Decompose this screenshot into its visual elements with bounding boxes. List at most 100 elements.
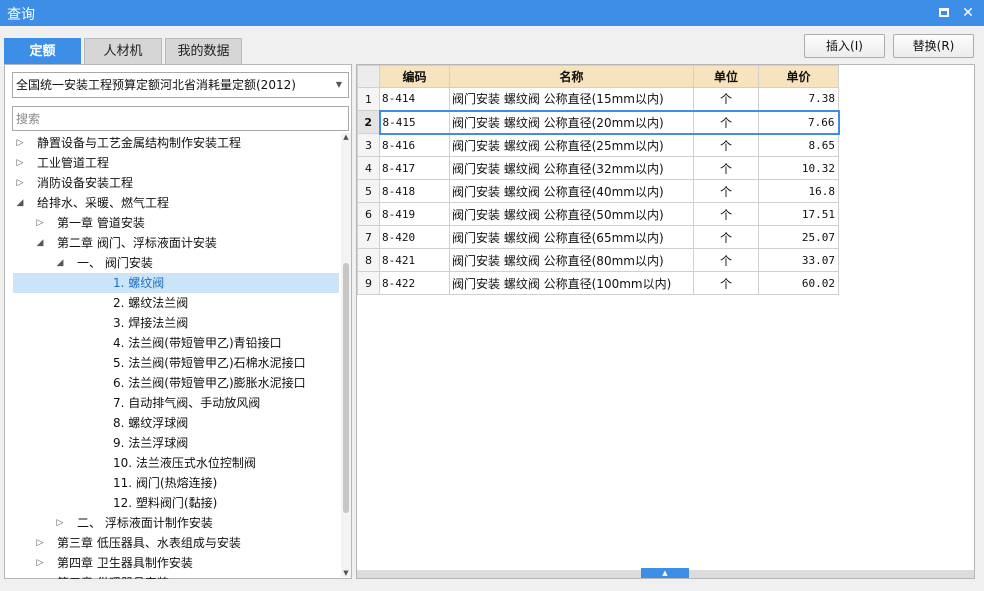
result-grid-panel: 编码 名称 单位 单价 1 8-414 阀门安装 螺纹阀 公称直径(15mm以内) 个…	[356, 64, 975, 579]
tree-item[interactable]: 4. 法兰阀(带短管甲乙)青铅接口	[13, 333, 339, 353]
collapsed-arrow-icon[interactable]: ▷	[15, 133, 25, 153]
tree-item[interactable]: 12. 塑料阀门(黏接)	[13, 493, 339, 513]
chevron-down-icon: ▼	[335, 80, 342, 89]
tab-quota[interactable]: 定额	[4, 38, 81, 64]
cell-price: 33.07	[758, 248, 839, 272]
scroll-down-icon[interactable]: ▼	[341, 569, 351, 577]
table-row[interactable]: 7 8-420 阀门安装 螺纹阀 公称直径(65mm以内) 个 25.07	[357, 225, 839, 249]
collapsed-arrow-icon[interactable]: ▷	[55, 513, 65, 533]
result-grid: 编码 名称 单位 单价 1 8-414 阀门安装 螺纹阀 公称直径(15mm以内) 个…	[357, 65, 840, 295]
cell-price: 16.8	[758, 179, 839, 203]
tree-scrollbar[interactable]: ▲ ▼	[341, 133, 351, 577]
search-input[interactable]	[12, 106, 349, 131]
row-number: 8	[357, 248, 380, 272]
tree-item-label: 1. 螺纹阀	[113, 276, 165, 290]
tree-item-label: 4. 法兰阀(带短管甲乙)青铅接口	[113, 336, 282, 350]
tree-item-label: 静置设备与工艺金属结构制作安装工程	[37, 136, 242, 150]
collapsed-arrow-icon[interactable]: ▷	[35, 213, 45, 233]
cell-unit: 个	[693, 156, 759, 180]
tree-item[interactable]: ◢ 一、 阀门安装	[13, 253, 339, 273]
close-icon[interactable]: ✕	[958, 3, 978, 23]
expanded-arrow-icon[interactable]: ◢	[35, 233, 45, 253]
tree-item[interactable]: ▷ 第一章 管道安装	[13, 213, 339, 233]
cell-code: 8-414	[379, 87, 450, 111]
cell-price: 60.02	[758, 271, 839, 295]
tree-item-label: 10. 法兰液压式水位控制阀	[113, 456, 256, 470]
table-row[interactable]: 2 8-415 阀门安装 螺纹阀 公称直径(20mm以内) 个 7.66	[357, 109, 840, 135]
row-number: 1	[357, 87, 380, 111]
title-bar: 查询 ✕	[0, 0, 984, 26]
table-row[interactable]: 5 8-418 阀门安装 螺纹阀 公称直径(40mm以内) 个 16.8	[357, 179, 839, 203]
library-select[interactable]: 全国统一安装工程预算定额河北省消耗量定额(2012) ▼	[12, 72, 349, 98]
column-header-unit[interactable]: 单位	[693, 65, 759, 88]
cell-name: 阀门安装 螺纹阀 公称直径(40mm以内)	[449, 179, 694, 203]
scroll-up-icon[interactable]: ▲	[341, 133, 351, 141]
tree-item-label: 消防设备安装工程	[37, 176, 134, 190]
tree-item[interactable]: 1. 螺纹阀	[13, 273, 339, 293]
tree-item[interactable]: 6. 法兰阀(带短管甲乙)膨胀水泥接口	[13, 373, 339, 393]
column-header-price[interactable]: 单价	[758, 65, 839, 88]
cell-price: 7.66	[758, 109, 840, 135]
maximize-icon[interactable]	[934, 3, 954, 23]
cell-price: 10.32	[758, 156, 839, 180]
tab-my-data[interactable]: 我的数据	[165, 38, 242, 64]
tree-item[interactable]: 9. 法兰浮球阀	[13, 433, 339, 453]
tree-item[interactable]: 2. 螺纹法兰阀	[13, 293, 339, 313]
tree-item-label: 11. 阀门(热熔连接)	[113, 476, 218, 490]
collapsed-arrow-icon[interactable]: ▷	[15, 173, 25, 193]
tree-item-label: 第四章 卫生器具制作安装	[57, 556, 193, 570]
tree-item[interactable]: ▷ 第四章 卫生器具制作安装	[13, 553, 339, 573]
tree-item[interactable]: ◢ 给排水、采暖、燃气工程	[13, 193, 339, 213]
cell-price: 8.65	[758, 133, 839, 157]
tree-item-label: 第三章 低压器具、水表组成与安装	[57, 536, 241, 550]
table-row[interactable]: 4 8-417 阀门安装 螺纹阀 公称直径(32mm以内) 个 10.32	[357, 156, 839, 180]
column-header-code[interactable]: 编码	[379, 65, 450, 88]
splitter-up-icon[interactable]: ▲	[641, 568, 689, 578]
collapsed-arrow-icon[interactable]: ▷	[35, 573, 45, 579]
tree-item[interactable]: 11. 阀门(热熔连接)	[13, 473, 339, 493]
cell-name: 阀门安装 螺纹阀 公称直径(50mm以内)	[449, 202, 694, 226]
table-row[interactable]: 3 8-416 阀门安装 螺纹阀 公称直径(25mm以内) 个 8.65	[357, 133, 839, 157]
tree-item[interactable]: 7. 自动排气阀、手动放风阀	[13, 393, 339, 413]
cell-unit: 个	[693, 133, 759, 157]
cell-code: 8-420	[379, 225, 450, 249]
tree-item[interactable]: 8. 螺纹浮球阀	[13, 413, 339, 433]
splitter-bar[interactable]: ▲	[357, 568, 974, 578]
tree-item-label: 12. 塑料阀门(黏接)	[113, 496, 218, 510]
cell-price: 17.51	[758, 202, 839, 226]
cell-unit: 个	[693, 202, 759, 226]
tree-item[interactable]: ▷ 第五章 供暖器具安装	[13, 573, 339, 579]
tree-item[interactable]: 5. 法兰阀(带短管甲乙)石棉水泥接口	[13, 353, 339, 373]
tree-item[interactable]: ◢ 第二章 阀门、浮标液面计安装	[13, 233, 339, 253]
table-row[interactable]: 1 8-414 阀门安装 螺纹阀 公称直径(15mm以内) 个 7.38	[357, 87, 839, 111]
tree-item[interactable]: ▷ 二、 浮标液面计制作安装	[13, 513, 339, 533]
table-row[interactable]: 9 8-422 阀门安装 螺纹阀 公称直径(100mm以内) 个 60.02	[357, 271, 839, 295]
left-panel: 全国统一安装工程预算定额河北省消耗量定额(2012) ▼ ▷ 静置设备与工艺金属结…	[4, 64, 352, 579]
tree-item[interactable]: 3. 焊接法兰阀	[13, 313, 339, 333]
tree-item-label: 第五章 供暖器具安装	[57, 573, 169, 579]
scroll-thumb[interactable]	[343, 263, 349, 513]
replace-button[interactable]: 替换(R)	[893, 34, 974, 58]
tree-item[interactable]: ▷ 消防设备安装工程	[13, 173, 339, 193]
table-row[interactable]: 6 8-419 阀门安装 螺纹阀 公称直径(50mm以内) 个 17.51	[357, 202, 839, 226]
tab-labor-material-machine[interactable]: 人材机	[84, 38, 162, 64]
tree-item[interactable]: 10. 法兰液压式水位控制阀	[13, 453, 339, 473]
column-header-name[interactable]: 名称	[449, 65, 694, 88]
expanded-arrow-icon[interactable]: ◢	[55, 253, 65, 273]
tree-item[interactable]: ▷ 静置设备与工艺金属结构制作安装工程	[13, 133, 339, 153]
tree-item[interactable]: ▷ 工业管道工程	[13, 153, 339, 173]
tree-item[interactable]: ▷ 第三章 低压器具、水表组成与安装	[13, 533, 339, 553]
collapsed-arrow-icon[interactable]: ▷	[35, 533, 45, 553]
collapsed-arrow-icon[interactable]: ▷	[15, 153, 25, 173]
table-row[interactable]: 8 8-421 阀门安装 螺纹阀 公称直径(80mm以内) 个 33.07	[357, 248, 839, 272]
collapsed-arrow-icon[interactable]: ▷	[35, 553, 45, 573]
tree-item-label: 给排水、采暖、燃气工程	[37, 196, 170, 210]
cell-unit: 个	[693, 109, 759, 135]
cell-price: 25.07	[758, 225, 839, 249]
cell-code: 8-421	[379, 248, 450, 272]
cell-unit: 个	[693, 87, 759, 111]
expanded-arrow-icon[interactable]: ◢	[15, 193, 25, 213]
cell-name: 阀门安装 螺纹阀 公称直径(65mm以内)	[449, 225, 694, 249]
insert-button[interactable]: 插入(I)	[804, 34, 885, 58]
tree-item-label: 9. 法兰浮球阀	[113, 436, 189, 450]
